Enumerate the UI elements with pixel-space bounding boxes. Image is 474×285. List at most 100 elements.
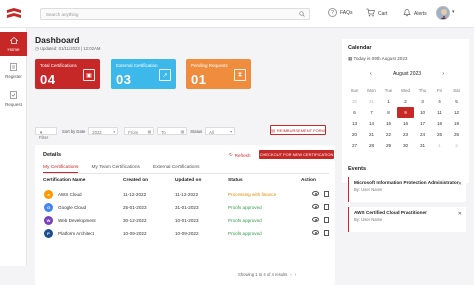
created-on: 30-12-2022	[123, 218, 147, 223]
calendar-day[interactable]: 24	[414, 129, 431, 140]
card-total-certifications[interactable]: Total Certifications 04 ▣	[35, 59, 100, 89]
calendar-day[interactable]: 5	[448, 96, 465, 107]
calendar-day[interactable]: 26	[448, 129, 465, 140]
question-icon: ?	[328, 8, 337, 17]
table-row[interactable]: W Web Development 30-12-2022 10-01-2023 …	[35, 215, 335, 228]
column-header[interactable]: Action	[301, 178, 316, 183]
month-label: August 2023	[392, 71, 422, 77]
calendar-day[interactable]: 31	[363, 96, 380, 107]
eye-icon[interactable]	[312, 230, 319, 235]
trash-icon[interactable]	[324, 217, 329, 223]
calendar-day[interactable]: 14	[363, 118, 380, 129]
calendar-day[interactable]: 9	[397, 107, 414, 118]
alerts-button[interactable]: Alerts	[403, 8, 427, 19]
card-external-certification[interactable]: External Certification 03 ↗	[111, 59, 176, 89]
filter-button[interactable]: ▼ Filter	[35, 127, 57, 140]
calendar-icon: ▦	[180, 129, 185, 134]
calendar-week: 13 14 15 16 17 18 19	[346, 118, 466, 129]
chevron-down-icon[interactable]: ▾	[452, 9, 455, 15]
calendar-day[interactable]: 16	[397, 118, 414, 129]
bell-icon	[403, 8, 411, 19]
calendar-day[interactable]: 1	[431, 140, 448, 151]
calendar-day[interactable]: 2	[448, 140, 465, 151]
app-logo[interactable]	[0, 0, 27, 28]
calendar-day[interactable]: 7	[363, 107, 380, 118]
calendar-day[interactable]: 30	[397, 140, 414, 151]
event-card[interactable]: AWS Certified Cloud Practitioner By: Use…	[348, 207, 466, 232]
weekday-label: Wed	[401, 88, 410, 93]
calendar-day[interactable]: 23	[397, 129, 414, 140]
tab-external-certifications[interactable]: External Certifications	[153, 165, 200, 173]
calendar-day[interactable]: 25	[431, 129, 448, 140]
weekday-label: Sun	[350, 88, 359, 93]
calendar-day[interactable]: 8	[380, 107, 397, 118]
calendar-day[interactable]: 2	[397, 96, 414, 107]
sidebar-item-register[interactable]: Register	[0, 59, 27, 83]
sidebar-item-request[interactable]: Request	[0, 87, 27, 111]
avatar[interactable]	[436, 6, 450, 20]
search-placeholder: Search anything	[46, 12, 79, 17]
trash-icon[interactable]	[324, 191, 329, 197]
column-header[interactable]: Created on	[123, 178, 148, 183]
calendar-day[interactable]: 4	[431, 96, 448, 107]
calendar-day[interactable]: 29	[380, 140, 397, 151]
table-row[interactable]: G Google Cloud 25-01-2023 31-01-2023 Pro…	[35, 202, 335, 215]
faqs-button[interactable]: ? FAQs	[328, 8, 353, 17]
year-select[interactable]: 2022 ▾	[88, 127, 119, 135]
eye-icon[interactable]	[312, 204, 319, 209]
calendar-day[interactable]: 19	[448, 118, 465, 129]
calendar-day[interactable]: 28	[363, 140, 380, 151]
calendar-day[interactable]: 31	[414, 140, 431, 151]
table-row[interactable]: P Platform Architect 10-09-2022 10-09-20…	[35, 228, 335, 241]
calendar-day[interactable]: 3	[414, 96, 431, 107]
calendar-day[interactable]: 6	[346, 107, 363, 118]
reimbursement-form-button[interactable]: ▤ REIMBURSEMENT FORM	[270, 125, 326, 135]
chevron-left-icon[interactable]: ‹	[370, 71, 372, 77]
calendar-day[interactable]: 10	[414, 107, 431, 118]
trash-icon[interactable]	[324, 204, 329, 210]
calendar-day[interactable]: 22	[380, 129, 397, 140]
close-icon[interactable]: ✕	[458, 211, 462, 217]
cart-button[interactable]: Cart	[366, 8, 387, 19]
tab-my-team-certifications[interactable]: My Team Certifications	[91, 165, 139, 173]
from-date-input[interactable]: From ▦	[124, 127, 155, 135]
chevron-left-icon[interactable]: ‹	[290, 272, 291, 277]
refresh-icon: ↻	[229, 152, 233, 157]
eye-icon[interactable]	[312, 191, 319, 196]
calendar-day[interactable]: 27	[346, 140, 363, 151]
column-header[interactable]: Status	[228, 178, 243, 183]
refresh-button[interactable]: ↻ Refresh	[229, 152, 251, 158]
column-header[interactable]: Updated on	[175, 178, 201, 183]
home-icon	[9, 36, 18, 45]
chevron-right-icon[interactable]: ›	[295, 272, 296, 277]
to-date-input[interactable]: To ▦	[157, 127, 188, 135]
search-input[interactable]: Search anything	[40, 8, 310, 20]
pagination-text: Showing 1 to 4 of 4 results	[238, 272, 288, 277]
calendar-day[interactable]: 20	[346, 129, 363, 140]
calendar-day[interactable]: 18	[431, 118, 448, 129]
column-header[interactable]: Certification Name	[43, 178, 85, 183]
status-select[interactable]: All ▾	[205, 127, 236, 135]
calendar-day[interactable]: 30	[346, 96, 363, 107]
event-card[interactable]: Microsoft Information Protection Adminis…	[348, 177, 466, 202]
card-pending-requests[interactable]: Pending Requests 01 ⧗	[186, 59, 251, 89]
weekday-label: Fri	[436, 88, 443, 93]
sidebar-item-home[interactable]: Home	[0, 32, 27, 56]
calendar-day[interactable]: 1	[380, 96, 397, 107]
table-row[interactable]: a AWS Cloud 11-12-2022 11-12-2022 Proces…	[35, 189, 335, 202]
tab-my-certifications[interactable]: My Certifications	[43, 165, 79, 173]
calendar-day[interactable]: 12	[448, 107, 465, 118]
calendar-day[interactable]: 15	[380, 118, 397, 129]
checkout-new-certification-button[interactable]: CHECKOUT FOR NEW CERTIFICATION	[259, 150, 334, 159]
calendar-day[interactable]: 21	[363, 129, 380, 140]
search-icon[interactable]	[299, 11, 305, 18]
chevron-right-icon[interactable]: ›	[442, 71, 444, 77]
eye-icon[interactable]	[312, 217, 319, 222]
event-author: By: User Name	[354, 217, 383, 222]
calendar-day[interactable]: 11	[431, 107, 448, 118]
calendar-day[interactable]: 17	[414, 118, 431, 129]
page-title: Dashboard	[35, 35, 80, 45]
trash-icon[interactable]	[324, 230, 329, 236]
close-icon[interactable]: ✕	[458, 181, 462, 187]
calendar-day[interactable]: 13	[346, 118, 363, 129]
